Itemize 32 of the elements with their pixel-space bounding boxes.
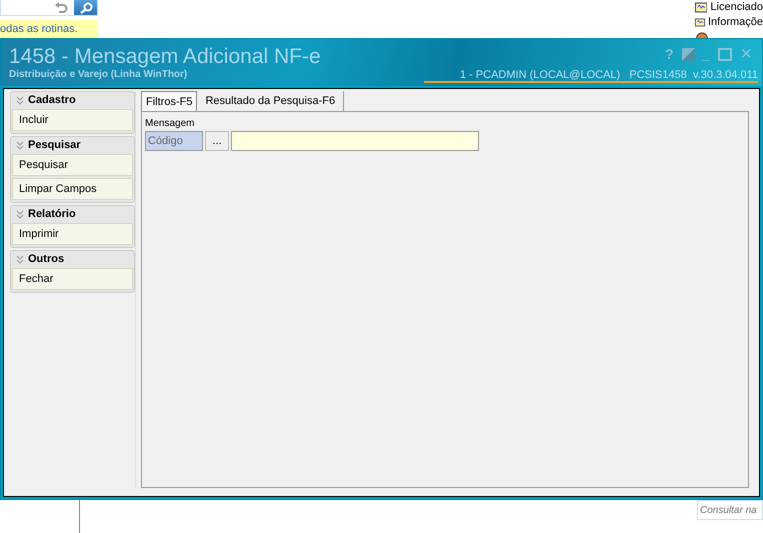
chevron-icon[interactable] (16, 140, 24, 150)
session-info: 1 - PCADMIN (LOCAL@LOCAL) PCSIS1458 v.30.3.04.011 (424, 69, 758, 83)
chevron-icon[interactable] (16, 96, 24, 104)
window-title: 1458 - Mensagem Adicional NF-e (9, 45, 321, 69)
tab[interactable]: Filtros-F5 (141, 91, 198, 111)
lookup-button[interactable]: ... (205, 131, 229, 151)
window-subtitle: Distribuição e Varejo (Linha WinThor) (9, 69, 188, 80)
section-label: Mensagem (145, 118, 196, 129)
document-icon (695, 16, 705, 28)
side-link[interactable]: Informaçõe (708, 16, 763, 28)
sidebar-button[interactable]: Imprimir (12, 223, 133, 245)
group-title[interactable]: Cadastro (28, 94, 76, 106)
undo-icon[interactable] (54, 2, 68, 14)
sidebar-button[interactable]: Limpar Campos (12, 178, 133, 200)
group-title[interactable]: Outros (28, 253, 64, 265)
hint-text: odas as rotinas. (0, 23, 78, 35)
field-label: Código (145, 131, 203, 151)
code-input[interactable] (231, 131, 479, 151)
sidebar-button[interactable]: Pesquisar (12, 154, 133, 176)
side-link[interactable]: Licenciado (710, 1, 763, 14)
query-field[interactable]: Consultar na (697, 500, 763, 520)
sidebar-button[interactable]: Fechar (12, 268, 133, 290)
group-title[interactable]: Relatório (28, 208, 76, 220)
document-icon (695, 2, 708, 13)
restore-icon[interactable] (682, 48, 695, 60)
maximize-icon[interactable] (718, 48, 732, 60)
group-title[interactable]: Pesquisar (28, 139, 81, 151)
chevron-icon[interactable] (16, 210, 24, 218)
sidebar-button[interactable]: Incluir (12, 109, 133, 131)
chevron-icon[interactable] (16, 254, 24, 264)
search-button[interactable] (74, 0, 97, 15)
search-field[interactable] (0, 0, 98, 16)
